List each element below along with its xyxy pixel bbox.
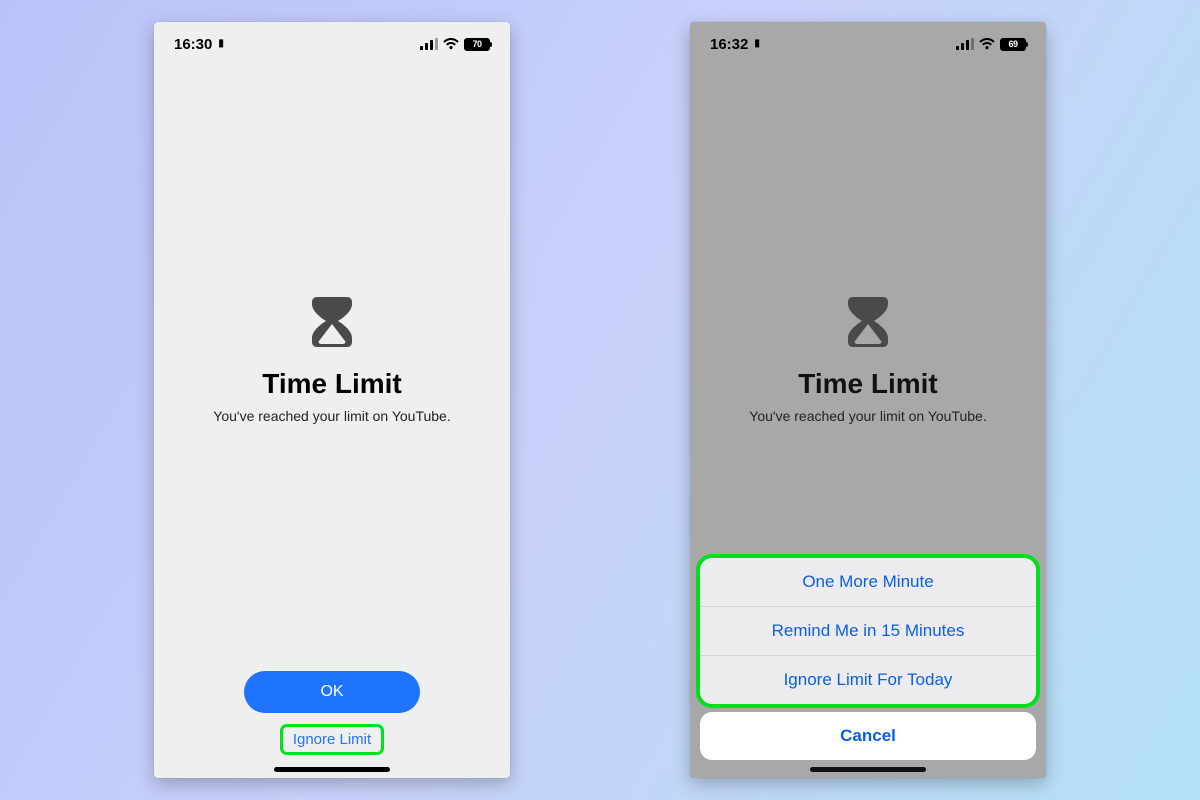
phone-screenshot-left: 16:30 ▮ 70 Time Limit You've reached yo xyxy=(154,22,510,778)
comparison-stage: 16:30 ▮ 70 Time Limit You've reached yo xyxy=(0,0,1200,800)
action-one-more-minute[interactable]: One More Minute xyxy=(700,558,1036,606)
phone-screenshot-right: 16:32 ▮ 69 Time Limit You've reached yo xyxy=(690,22,1046,778)
action-sheet-group: One More Minute Remind Me in 15 Minutes … xyxy=(700,558,1036,704)
action-ignore-today[interactable]: Ignore Limit For Today xyxy=(700,655,1036,704)
bottom-actions: OK Ignore Limit xyxy=(154,671,510,752)
time-limit-panel: Time Limit You've reached your limit on … xyxy=(154,22,510,738)
page-title: Time Limit xyxy=(262,368,402,400)
page-subtitle: You've reached your limit on YouTube. xyxy=(749,408,986,424)
action-sheet: One More Minute Remind Me in 15 Minutes … xyxy=(700,558,1036,760)
hourglass-icon xyxy=(311,297,353,352)
hourglass-icon xyxy=(847,297,889,352)
page-subtitle: You've reached your limit on YouTube. xyxy=(213,408,450,424)
ignore-limit-link[interactable]: Ignore Limit xyxy=(283,727,381,752)
ok-button[interactable]: OK xyxy=(244,671,420,713)
page-title: Time Limit xyxy=(798,368,938,400)
action-cancel[interactable]: Cancel xyxy=(700,712,1036,760)
home-indicator[interactable] xyxy=(274,767,390,772)
action-remind-15-min[interactable]: Remind Me in 15 Minutes xyxy=(700,606,1036,655)
home-indicator[interactable] xyxy=(810,767,926,772)
